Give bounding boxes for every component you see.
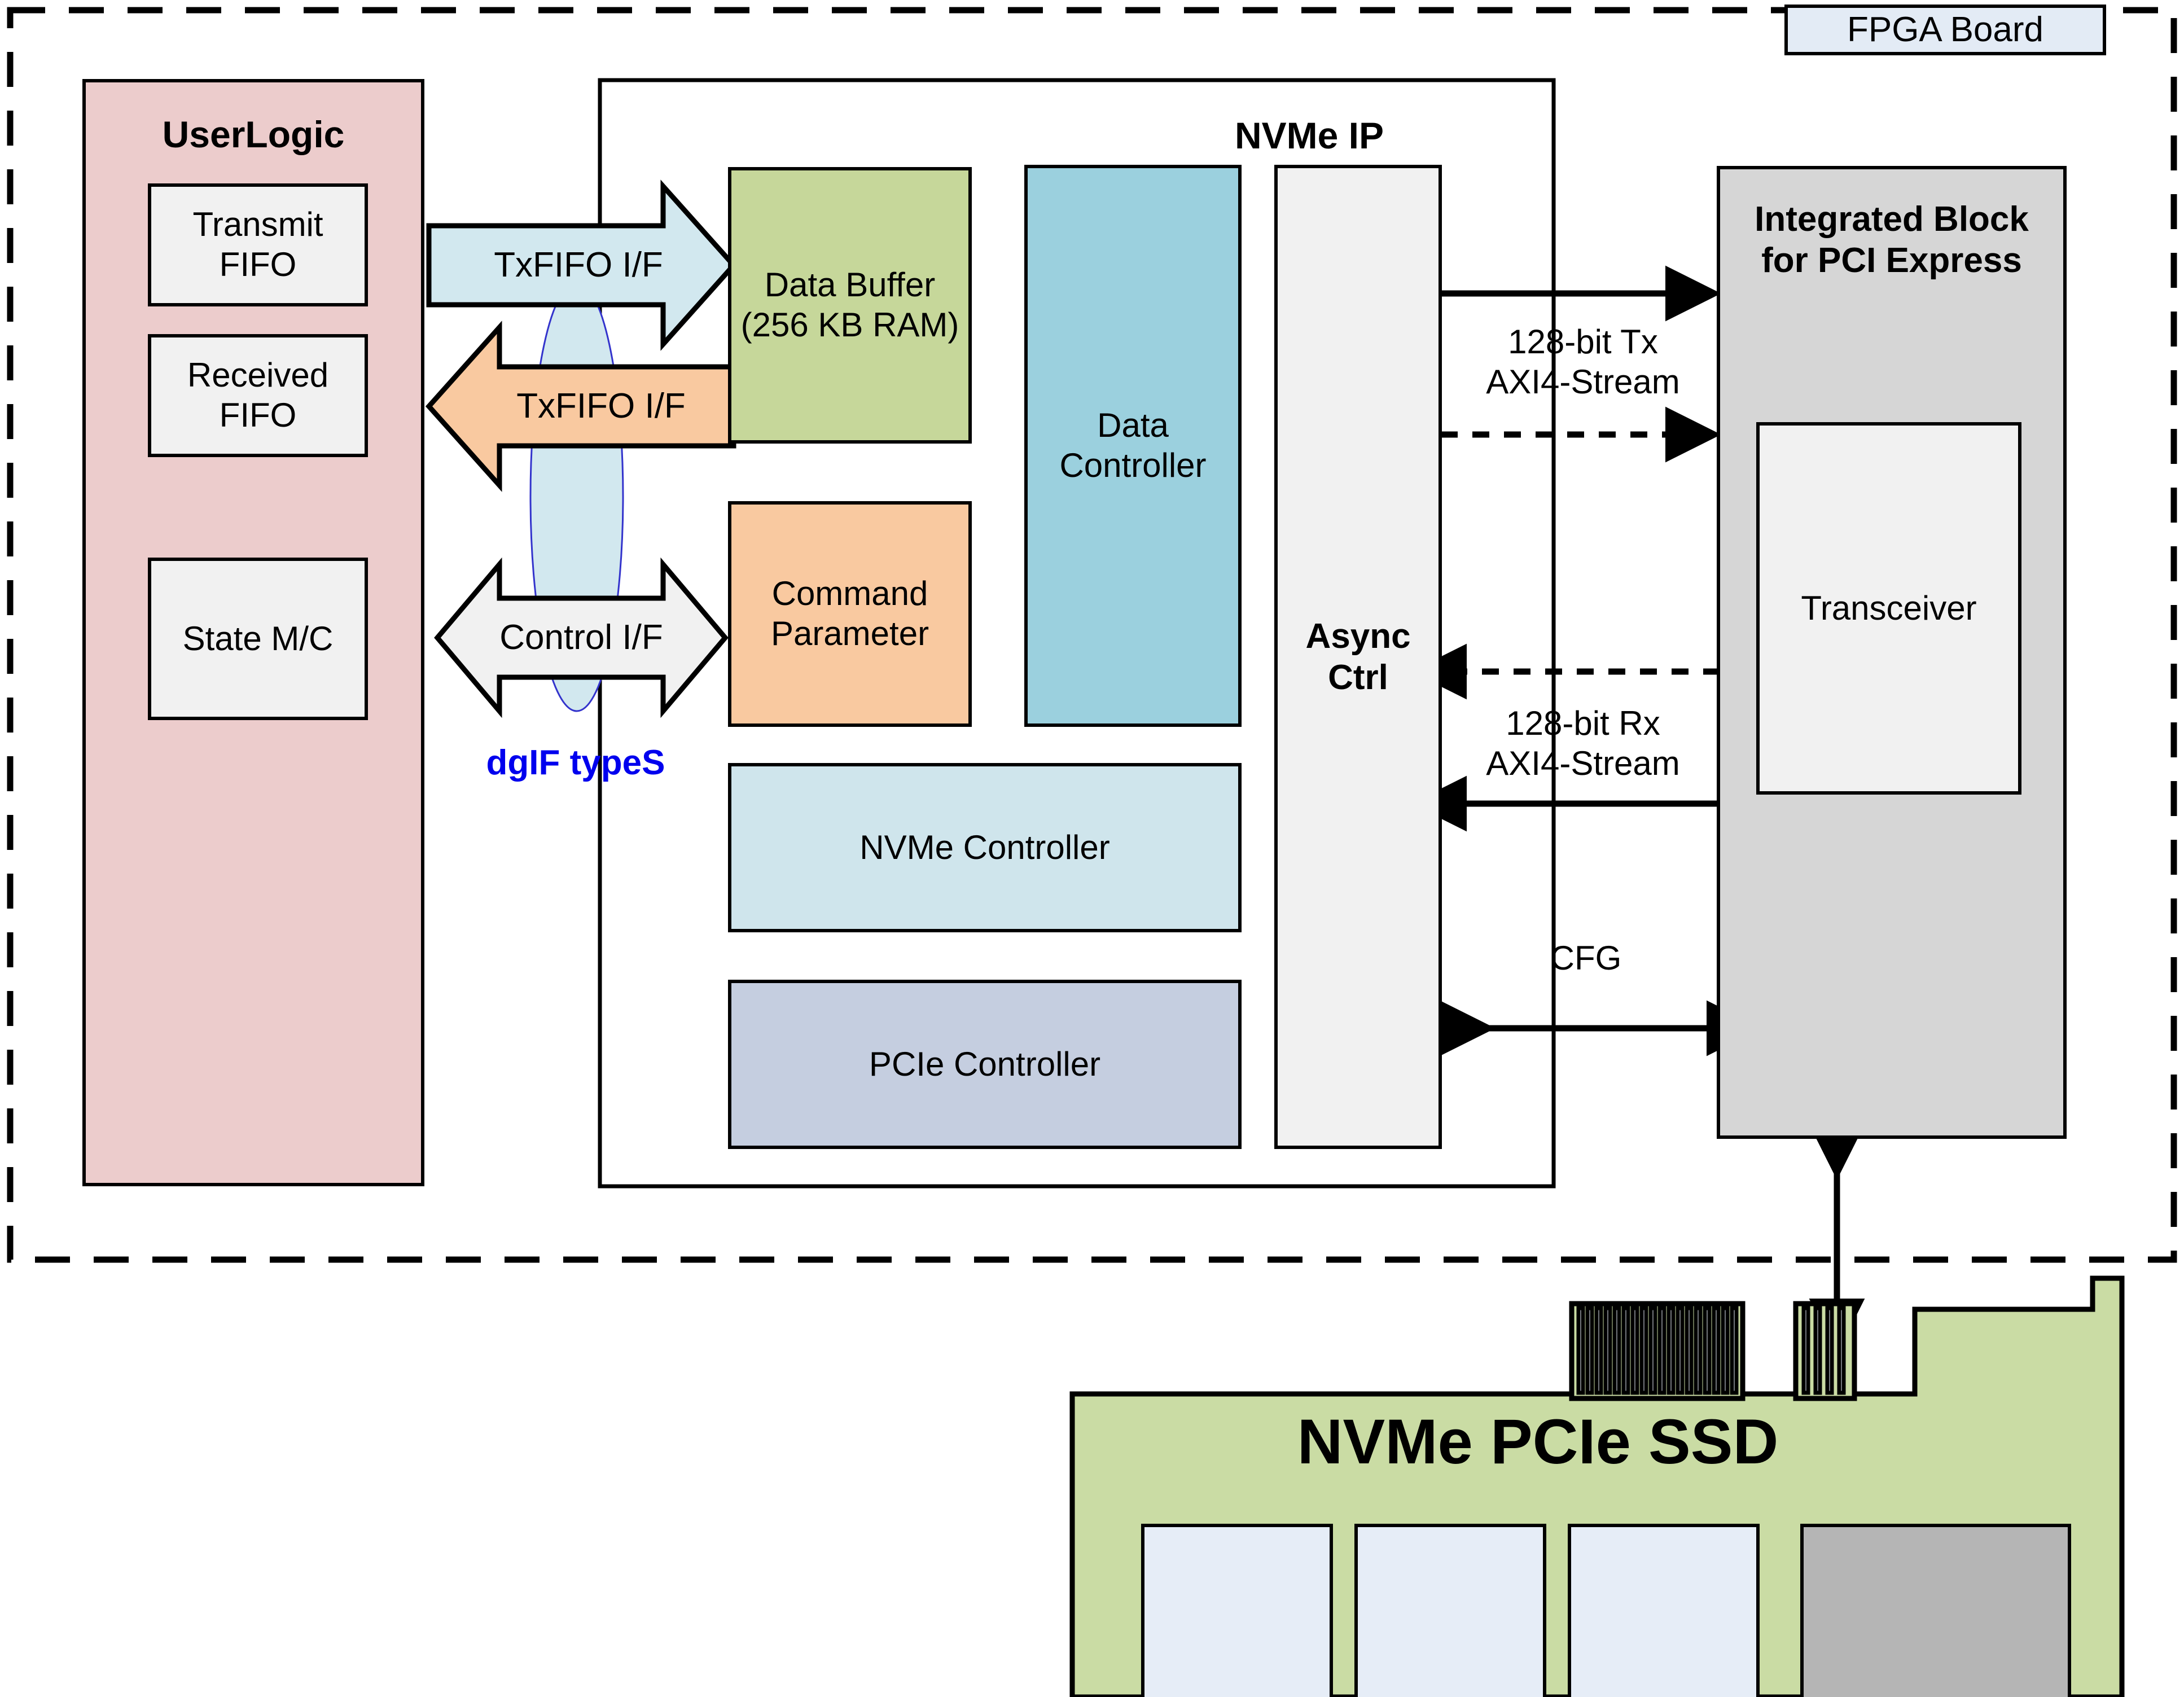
dgif-types-label-text: dgIF typeS [486, 743, 665, 783]
integrated-block-pcie-label: Integrated Block for PCI Express [1755, 199, 2029, 280]
rxfifo-if-label-text: TxFIFO I/F [516, 387, 686, 426]
received-fifo-label: Received FIFO [187, 356, 329, 434]
user-logic-title: UserLogic [82, 111, 424, 159]
transceiver-block: Transceiver [1756, 422, 2021, 795]
control-if-label-text: Control I/F [499, 618, 663, 657]
transmit-fifo-block: Transmit FIFO [148, 183, 368, 306]
rxfifo-if-label: TxFIFO I/F [468, 383, 734, 430]
state-machine-block: State M/C [148, 558, 368, 720]
ssd-edge-connector-right [1793, 1301, 1857, 1401]
state-machine-label: State M/C [182, 619, 334, 657]
transceiver-label: Transceiver [1801, 589, 1977, 627]
user-logic-title-label: UserLogic [162, 113, 345, 156]
command-parameter-label: Command Parameter [770, 575, 929, 652]
data-controller-label: Data Controller [1059, 406, 1207, 484]
txfifo-if-label: TxFIFO I/F [446, 242, 711, 289]
txfifo-if-label-text: TxFIFO I/F [494, 245, 663, 285]
tx-stream-label-text: 128-bit Tx AXI4-Stream [1486, 323, 1680, 401]
nvme-ip-title: NVMe IP [1129, 112, 1490, 160]
control-if-label: Control I/F [463, 614, 700, 661]
data-buffer-label: Data Buffer (256 KB RAM) [740, 266, 959, 344]
nvme-controller-label: NVMe Controller [859, 828, 1110, 866]
ssd-chip-3 [1568, 1524, 1760, 1697]
rx-stream-label-text: 128-bit Rx AXI4-Stream [1486, 704, 1680, 782]
received-fifo-block: Received FIFO [148, 334, 368, 457]
cfg-label: CFG [1484, 935, 1687, 982]
data-buffer-block: Data Buffer (256 KB RAM) [728, 167, 972, 444]
ssd-chip-4 [1800, 1524, 2071, 1697]
pcie-controller-label: PCIe Controller [869, 1045, 1101, 1083]
integrated-block-pcie-title: Integrated Block for PCI Express [1717, 192, 2067, 288]
transmit-fifo-label: Transmit FIFO [192, 205, 323, 283]
ssd-title-label: NVMe PCIe SSD [1297, 1406, 1779, 1477]
ssd-edge-connector-left [1569, 1301, 1746, 1401]
fpga-board-badge-label: FPGA Board [1847, 10, 2044, 50]
ssd-chip-1 [1141, 1524, 1333, 1697]
async-ctrl-label: Async Ctrl [1305, 616, 1411, 697]
dgif-types-label: dgIF typeS [435, 740, 717, 786]
async-ctrl-block: Async Ctrl [1274, 165, 1442, 1149]
ssd-chip-2 [1354, 1524, 1546, 1697]
ssd-title: NVMe PCIe SSD [1106, 1405, 1970, 1479]
command-parameter-block: Command Parameter [728, 501, 972, 727]
fpga-board-badge: FPGA Board [1784, 5, 2106, 55]
pcie-controller-block: PCIe Controller [728, 980, 1242, 1149]
rx-stream-label: 128-bit Rx AXI4-Stream [1450, 693, 1716, 795]
tx-stream-label: 128-bit Tx AXI4-Stream [1450, 312, 1716, 413]
nvme-ip-title-label: NVMe IP [1234, 115, 1384, 157]
nvme-controller-block: NVMe Controller [728, 763, 1242, 932]
data-controller-block: Data Controller [1024, 165, 1242, 727]
cfg-label-text: CFG [1550, 939, 1622, 977]
diagram-canvas: FPGA Board UserLogic Transmit FIFO Recei… [0, 0, 2184, 1697]
